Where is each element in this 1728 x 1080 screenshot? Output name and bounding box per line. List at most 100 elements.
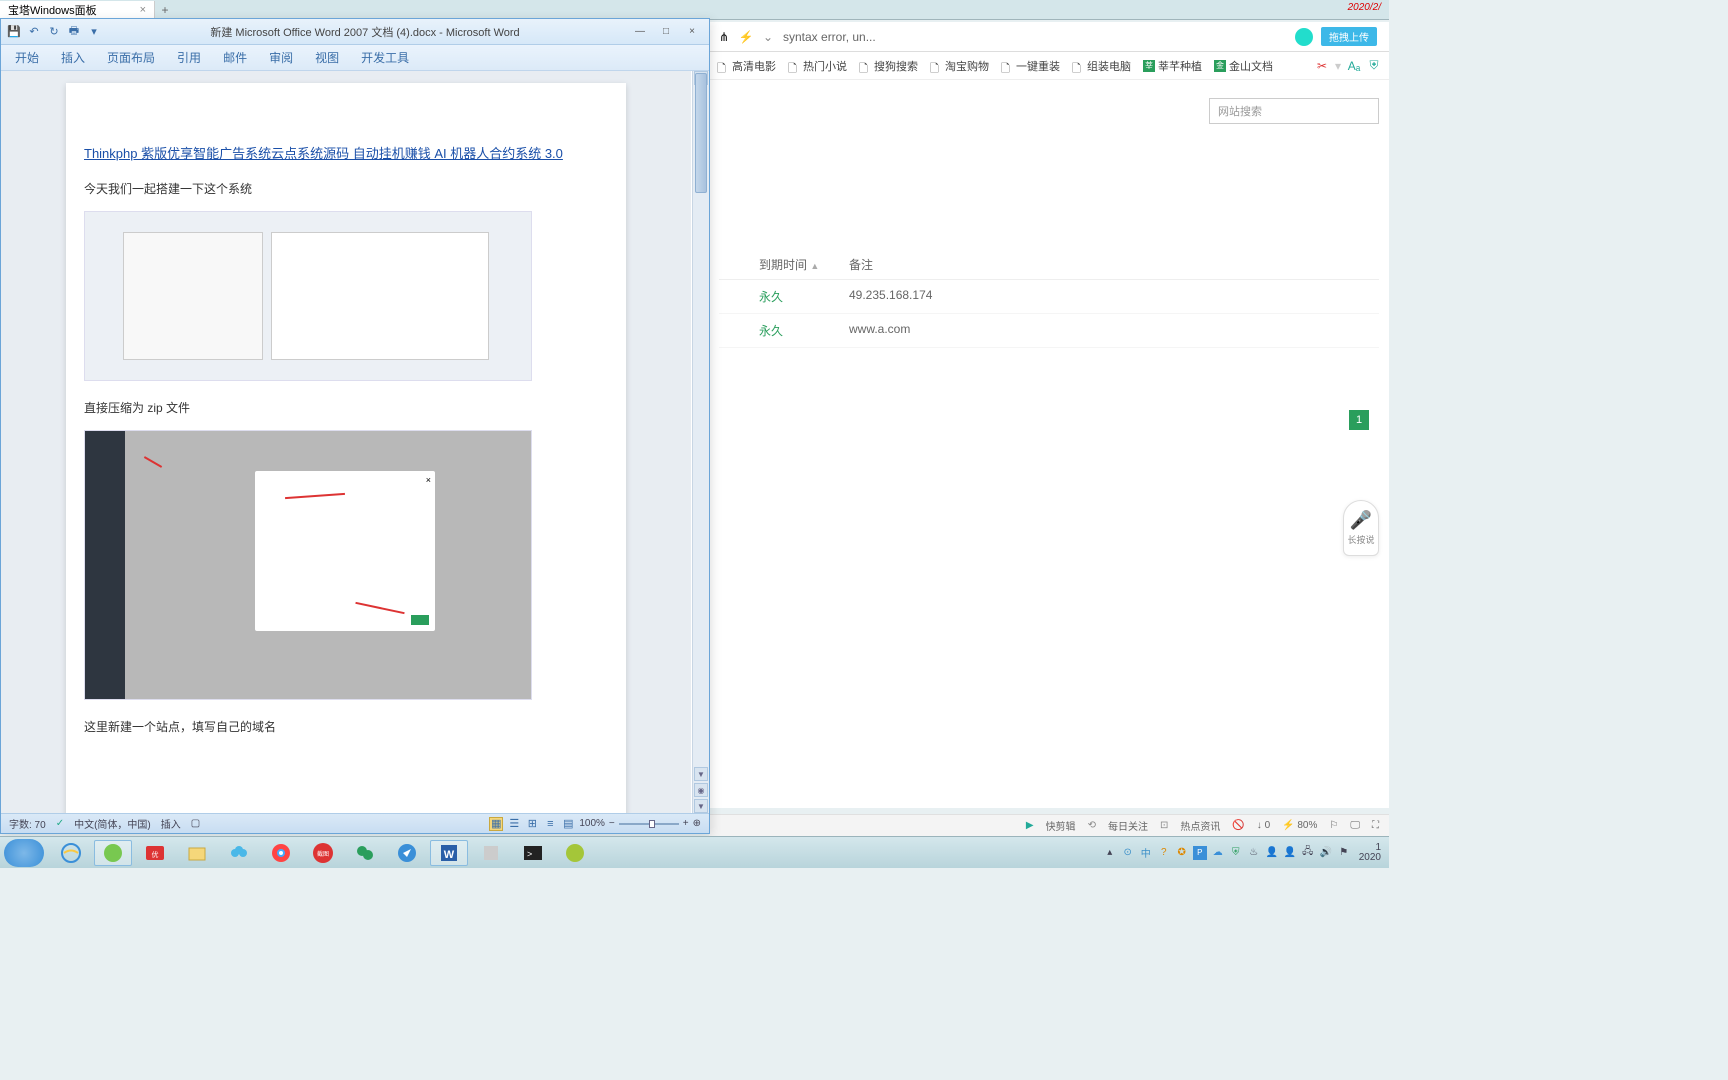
- macro-icon[interactable]: ▢: [191, 818, 200, 829]
- tray-shield-icon[interactable]: ⛨: [1229, 846, 1243, 860]
- ribbon-tab[interactable]: 页面布局: [107, 49, 155, 66]
- pagination-page[interactable]: 1: [1349, 410, 1369, 430]
- redo-icon[interactable]: ↻: [47, 25, 61, 39]
- tray-app-icon[interactable]: ✪: [1175, 846, 1189, 860]
- bookmark-item[interactable]: 🗋淘宝购物: [930, 58, 989, 74]
- col-note[interactable]: 备注: [839, 256, 873, 273]
- maximize-icon[interactable]: □: [655, 24, 677, 40]
- tray-user-icon[interactable]: 👤: [1265, 846, 1279, 860]
- taskbar-app-android[interactable]: [556, 840, 594, 866]
- taskbar-app-feishu[interactable]: [388, 840, 426, 866]
- taskbar-app-explorer[interactable]: [178, 840, 216, 866]
- ribbon-tab[interactable]: 引用: [177, 49, 201, 66]
- bookmark-item[interactable]: 金金山文档: [1214, 58, 1273, 74]
- ribbon-tab[interactable]: 审阅: [269, 49, 293, 66]
- taskbar-app-word[interactable]: W: [430, 840, 468, 866]
- tray-chevron-icon[interactable]: ▴: [1103, 846, 1117, 860]
- document-area[interactable]: Thinkphp 紫版优享智能广告系统云点系统源码 自动挂机赚钱 AI 机器人合…: [1, 71, 691, 813]
- translate-icon[interactable]: Aₐ: [1347, 59, 1361, 73]
- tray-volume-icon[interactable]: 🔊: [1319, 846, 1333, 860]
- ribbon-tab[interactable]: 插入: [61, 49, 85, 66]
- speaker-icon[interactable]: ⛶: [1372, 820, 1379, 831]
- tray-clock[interactable]: 1 2020: [1355, 843, 1385, 863]
- view-outline-icon[interactable]: ≡: [543, 817, 557, 831]
- tray-warn-icon[interactable]: ♨: [1247, 846, 1261, 860]
- status-item[interactable]: 快剪辑: [1046, 818, 1076, 833]
- zoom-fit-icon[interactable]: ⊕: [693, 818, 701, 829]
- site-search-input[interactable]: 网站搜索: [1209, 98, 1379, 124]
- tray-network-icon[interactable]: 🖧: [1301, 846, 1315, 860]
- lightning-icon[interactable]: ⚡: [739, 30, 753, 44]
- status-item[interactable]: 每日关注: [1108, 818, 1148, 833]
- embedded-image[interactable]: ×: [84, 430, 532, 700]
- ribbon-tab[interactable]: 视图: [315, 49, 339, 66]
- print-icon[interactable]: 🖶: [67, 25, 81, 39]
- tray-ifly-icon[interactable]: ⊙: [1121, 846, 1135, 860]
- next-page-icon[interactable]: ▼: [694, 799, 708, 813]
- expand-icon[interactable]: ⊡: [1160, 820, 1168, 831]
- zoom-out-icon[interactable]: −: [609, 818, 615, 829]
- view-print-icon[interactable]: ▦: [489, 817, 503, 831]
- taskbar-app-chrome[interactable]: [262, 840, 300, 866]
- taskbar-app-youku[interactable]: 优: [136, 840, 174, 866]
- tray-cloud-icon[interactable]: ☁: [1211, 846, 1225, 860]
- browser-tab[interactable]: 宝塔Windows面板 ×: [0, 1, 155, 19]
- taskbar-app-ie[interactable]: [52, 840, 90, 866]
- ribbon-tab[interactable]: 开始: [15, 49, 39, 66]
- zoom-in-icon[interactable]: +: [683, 818, 689, 829]
- taskbar-app-terminal[interactable]: >: [514, 840, 552, 866]
- share-icon[interactable]: ⋔: [717, 30, 731, 44]
- close-icon[interactable]: ×: [140, 4, 146, 16]
- table-row[interactable]: 永久 49.235.168.174: [719, 280, 1379, 314]
- taskbar-app-browser[interactable]: [94, 840, 132, 866]
- ribbon-tab[interactable]: 开发工具: [361, 49, 409, 66]
- start-button[interactable]: [4, 839, 44, 867]
- status-item[interactable]: 热点资讯: [1180, 818, 1220, 833]
- view-web-icon[interactable]: ⊞: [525, 817, 539, 831]
- scroll-down-icon[interactable]: ▼: [694, 767, 708, 781]
- col-time[interactable]: 到期时间 ▲: [719, 256, 839, 273]
- tray-pause-icon[interactable]: P: [1193, 846, 1207, 860]
- spell-icon[interactable]: ✓: [56, 818, 64, 829]
- tray-help-icon[interactable]: ?: [1157, 846, 1171, 860]
- tray-input-icon[interactable]: 中: [1139, 846, 1153, 860]
- flag-icon[interactable]: ⚐: [1329, 820, 1338, 831]
- window-icon[interactable]: 🖵: [1350, 820, 1360, 831]
- table-row[interactable]: 永久 www.a.com: [719, 314, 1379, 348]
- bookmark-item[interactable]: 🗋组装电脑: [1072, 58, 1131, 74]
- scrollbar[interactable]: ▲ ▼ ◉ ▼: [692, 71, 709, 813]
- taskbar-app-generic[interactable]: [472, 840, 510, 866]
- chevron-down-icon[interactable]: ⌄: [761, 30, 775, 44]
- tray-flag-icon[interactable]: ⚑: [1337, 846, 1351, 860]
- undo-icon[interactable]: ↶: [27, 25, 41, 39]
- word-titlebar[interactable]: 💾 ↶ ↻ 🖶 ▾ 新建 Microsoft Office Word 2007 …: [1, 19, 709, 45]
- bookmark-item[interactable]: 🗋搜狗搜索: [859, 58, 918, 74]
- view-read-icon[interactable]: ☰: [507, 817, 521, 831]
- zoom-level[interactable]: 100%: [579, 818, 605, 829]
- bookmark-item[interactable]: 莘莘芊种植: [1143, 58, 1202, 74]
- save-icon[interactable]: 💾: [7, 25, 21, 39]
- taskbar-app-screenshot[interactable]: 截图: [304, 840, 342, 866]
- language[interactable]: 中文(简体，中国): [74, 816, 151, 831]
- upload-button[interactable]: 拖拽上传: [1321, 27, 1377, 46]
- reload-icon[interactable]: ⟲: [1088, 820, 1096, 831]
- extension-icon[interactable]: [1295, 28, 1313, 46]
- view-draft-icon[interactable]: ▤: [561, 817, 575, 831]
- cut-icon[interactable]: ✂: [1315, 59, 1329, 73]
- play-icon[interactable]: ▶: [1026, 820, 1034, 831]
- embedded-image[interactable]: [84, 211, 532, 381]
- insert-mode[interactable]: 插入: [161, 816, 181, 831]
- shield-icon[interactable]: ⛨: [1367, 59, 1381, 73]
- tray-user2-icon[interactable]: 👤: [1283, 846, 1297, 860]
- more-icon[interactable]: ▾: [87, 25, 101, 39]
- minimize-icon[interactable]: —: [629, 24, 651, 40]
- voice-button[interactable]: 🎤 长按说: [1343, 500, 1379, 556]
- ribbon-tab[interactable]: 邮件: [223, 49, 247, 66]
- page[interactable]: Thinkphp 紫版优享智能广告系统云点系统源码 自动挂机赚钱 AI 机器人合…: [66, 83, 626, 813]
- new-tab-button[interactable]: +: [155, 3, 175, 17]
- block-icon[interactable]: 🚫: [1232, 820, 1244, 831]
- zoom-slider[interactable]: [619, 823, 679, 825]
- bookmark-item[interactable]: 🗋热门小说: [788, 58, 847, 74]
- bookmark-item[interactable]: 🗋一键重装: [1001, 58, 1060, 74]
- bookmark-item[interactable]: 🗋高清电影: [717, 58, 776, 74]
